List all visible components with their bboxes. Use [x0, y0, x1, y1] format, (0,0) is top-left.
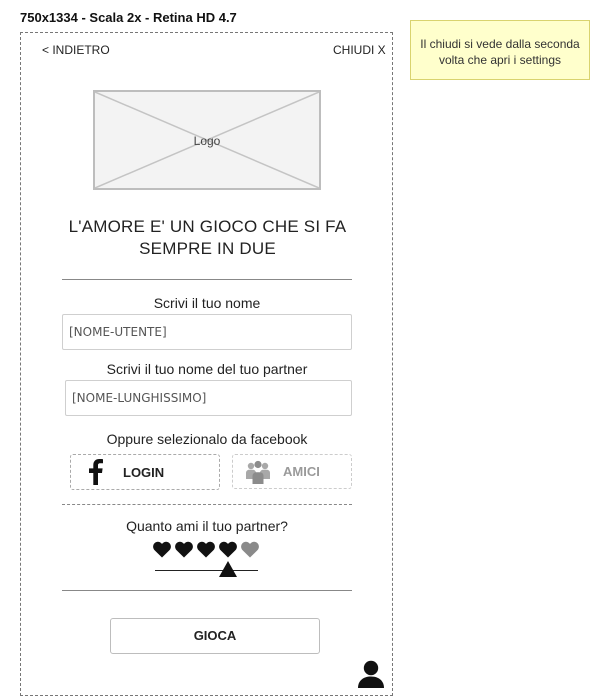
name-input[interactable]: [NOME-UTENTE] — [62, 314, 352, 350]
back-link[interactable]: < INDIETRO — [42, 43, 110, 57]
slider-thumb-icon[interactable] — [219, 561, 237, 582]
partner-name-input-value: [NOME-LUNGHISSIMO] — [72, 391, 207, 405]
love-rating-label: Quanto ami il tuo partner? — [126, 518, 288, 534]
divider-dashed — [62, 504, 352, 505]
heart-icon[interactable] — [241, 541, 259, 559]
partner-name-label: Scrivi il tuo nome del tuo partner — [106, 361, 308, 377]
friends-label: AMICI — [283, 464, 320, 479]
partner-name-input[interactable]: [NOME-LUNGHISSIMO] — [65, 380, 352, 416]
facebook-login-button[interactable]: LOGIN — [70, 454, 220, 490]
logo-label: Logo — [193, 134, 221, 148]
close-link[interactable]: CHIUDI X — [333, 43, 386, 57]
heart-icon[interactable] — [219, 541, 237, 559]
love-rating[interactable] — [153, 541, 259, 559]
name-label: Scrivi il tuo nome — [153, 295, 261, 311]
heart-icon[interactable] — [153, 541, 171, 559]
headline: L'AMORE E' UN GIOCO CHE SI FA SEMPRE IN … — [68, 217, 347, 258]
facebook-login-label: LOGIN — [123, 464, 165, 480]
logo-placeholder: Logo — [93, 90, 321, 190]
user-icon[interactable] — [358, 660, 384, 693]
heart-icon[interactable] — [175, 541, 193, 559]
friends-icon — [233, 459, 283, 485]
facebook-icon — [71, 459, 121, 485]
facebook-friends-button[interactable]: AMICI — [232, 454, 352, 489]
love-slider-track[interactable] — [155, 570, 258, 571]
screen-title: 750x1334 - Scala 2x - Retina HD 4.7 — [20, 10, 237, 25]
divider — [62, 279, 352, 280]
facebook-label: Oppure selezionalo da facebook — [106, 431, 308, 447]
divider — [62, 590, 352, 591]
heart-icon[interactable] — [197, 541, 215, 559]
name-input-value: [NOME-UTENTE] — [69, 325, 167, 339]
annotation-note: Il chiudi si vede dalla seconda volta ch… — [410, 20, 590, 80]
play-button[interactable]: GIOCA — [110, 618, 320, 654]
